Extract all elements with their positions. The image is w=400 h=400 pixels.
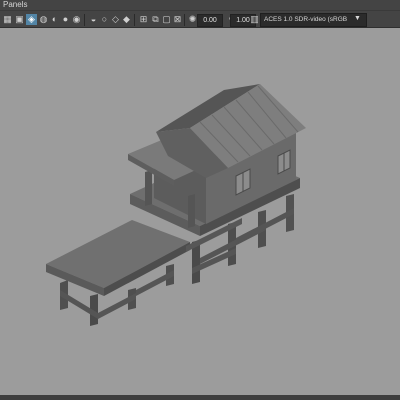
color-space-select[interactable]: ACES 1.0 SDR-video (sRGB xyxy=(260,13,367,27)
panel-menubar: Panels xyxy=(0,0,400,10)
safe-action-icon[interactable]: ▢ xyxy=(161,14,172,25)
toolbar-separator xyxy=(184,14,185,26)
toolbar-separator xyxy=(134,14,135,26)
panels-menu[interactable]: Panels xyxy=(0,0,27,9)
color-management-icon[interactable]: ▥ xyxy=(249,14,260,25)
stilt-house-model xyxy=(46,84,306,326)
3d-viewport[interactable] xyxy=(0,28,400,395)
smooth-shade-icon[interactable]: ◐ xyxy=(49,14,60,25)
exposure-input[interactable]: 0.00 xyxy=(197,14,223,27)
wireframe-icon[interactable]: ◍ xyxy=(38,14,49,25)
chevron-down-icon[interactable]: ▼ xyxy=(354,15,361,22)
ambient-occlusion-icon[interactable]: ◇ xyxy=(110,14,121,25)
viewport-toolbar: ▦ ▣ ◈ ◍ ◐ ● ◉ ◒ ○ ◇ ◆ ⊞ ⧉ ▢ ⊠ ✺ 0.00 ◔ 1… xyxy=(0,10,400,28)
shadows-icon[interactable]: ◒ xyxy=(88,14,99,25)
dock-platform xyxy=(46,220,190,326)
grid-icon[interactable]: ▦ xyxy=(2,14,13,25)
isolate-icon[interactable]: ⊞ xyxy=(138,14,149,25)
camera-lock-icon[interactable]: ⧉ xyxy=(150,14,161,25)
hud-icon[interactable]: ⊠ xyxy=(172,14,183,25)
resolution-gate-icon[interactable]: ◈ xyxy=(26,14,37,25)
viewport-bottom-border xyxy=(0,395,400,400)
film-gate-icon[interactable]: ▣ xyxy=(14,14,25,25)
xray-icon[interactable]: ○ xyxy=(99,14,110,25)
textured-icon[interactable]: ● xyxy=(60,14,71,25)
aa-icon[interactable]: ◆ xyxy=(121,14,132,25)
toolbar-separator xyxy=(84,14,85,26)
lights-icon[interactable]: ◉ xyxy=(71,14,82,25)
